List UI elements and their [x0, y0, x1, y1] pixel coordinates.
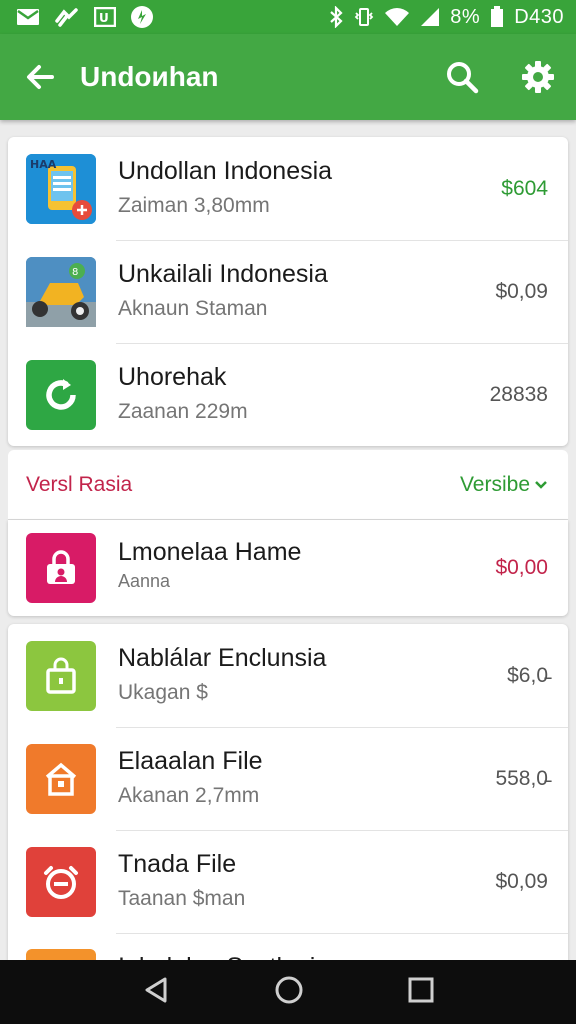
page-title: Undoиhan: [80, 61, 219, 92]
wifi-icon: [384, 7, 410, 27]
chevron-down-icon: [535, 480, 547, 489]
link-icon: [54, 7, 80, 27]
item-subtitle: Aknaun Staman: [118, 297, 268, 320]
store-icon: U: [94, 7, 116, 27]
nav-home-icon: [275, 976, 303, 1003]
item-title: Lmonelaa Hame: [118, 538, 302, 566]
lock-app-icon: [26, 533, 96, 603]
section-header: Versl Rasia Versibe: [8, 450, 568, 520]
svg-text:U: U: [99, 11, 109, 25]
item-price: $0,00: [495, 556, 548, 579]
featured-card: Lmonelaa Hame Aanna $0,00: [8, 520, 568, 616]
item-subtitle: Zaiman 3,80mm: [118, 194, 270, 217]
scooter-app-icon: 8: [26, 256, 96, 327]
item-price: $604: [501, 176, 548, 200]
home-app-icon: [26, 743, 96, 814]
item-price: 558,0̵: [495, 766, 548, 790]
item-price: $0,09: [495, 869, 548, 893]
system-navigation-bar: [0, 960, 576, 1024]
item-price: $6,0̵: [507, 663, 548, 687]
item-title: Tnada File: [118, 850, 237, 878]
list-item[interactable]: Tnada File Taanan $man $0,09: [8, 830, 568, 933]
list-item[interactable]: Uhorehak Zaanan 229m 28838: [8, 343, 568, 446]
nav-recents-icon: [408, 977, 434, 1002]
item-subtitle: Aanna: [118, 571, 171, 591]
list-item[interactable]: Nablálar Enclunsia Ukagan $ $6,0̵: [8, 624, 568, 727]
item-title: Unkailali Indonesia: [118, 260, 328, 288]
item-subtitle: Ukagan $: [118, 681, 208, 704]
vibrate-icon: [354, 6, 374, 28]
refresh-app-icon: [26, 359, 96, 430]
timer-app-icon: [26, 846, 96, 917]
svg-text:8: 8: [72, 267, 78, 278]
files-list-card: Nablálar Enclunsia Ukagan $ $6,0̵ Elaaal…: [8, 624, 568, 969]
item-price: 28838: [489, 382, 548, 406]
section-title: Versl Rasia: [26, 472, 133, 496]
nav-back-button[interactable]: [141, 975, 171, 1010]
item-title: Elaaalan File: [118, 747, 263, 775]
app-bar: Undoиhan: [0, 34, 576, 120]
downloads-list-card: HAA Undollan Indonesia Zaiman 3,80mm $60…: [8, 137, 568, 446]
list-item[interactable]: Elaaalan File Akanan 2,7mm 558,0̵: [8, 727, 568, 830]
item-title: Undollan Indonesia: [118, 157, 333, 185]
list-item[interactable]: Lmonelaa Hame Aanna $0,00: [8, 520, 568, 616]
nav-recents-button[interactable]: [407, 976, 435, 1009]
item-subtitle: Akanan 2,7mm: [118, 784, 260, 807]
version-filter-dropdown[interactable]: Versibe: [460, 473, 548, 497]
list-item[interactable]: HAA Undollan Indonesia Zaiman 3,80mm $60…: [8, 137, 568, 240]
back-button[interactable]: [0, 34, 80, 120]
item-price: $0,09: [495, 279, 548, 303]
item-subtitle: Zaanan 229m: [118, 400, 248, 423]
item-title: Uhorehak: [118, 363, 227, 391]
nav-home-button[interactable]: [274, 975, 304, 1010]
search-icon: [447, 62, 479, 94]
settings-button[interactable]: [500, 34, 576, 120]
battery-percent: 8%: [450, 5, 481, 28]
search-button[interactable]: [424, 34, 500, 120]
mail-icon: [16, 8, 40, 26]
signal-icon: [420, 7, 440, 27]
phone-app-icon: HAA: [26, 153, 96, 224]
nav-back-icon: [145, 977, 167, 1002]
settings-gear-icon: [522, 61, 554, 93]
list-item[interactable]: 8 Unkailali Indonesia Aknaun Staman $0,0…: [8, 240, 568, 343]
bag-app-icon: [26, 640, 96, 711]
notification-icon: [130, 5, 154, 29]
svg-text:HAA: HAA: [30, 158, 57, 171]
back-arrow-icon: [27, 65, 54, 89]
battery-icon: [490, 6, 504, 28]
bluetooth-icon: [328, 6, 344, 28]
clock: D430: [514, 5, 564, 28]
item-subtitle: Taanan $man: [118, 887, 246, 910]
item-title: Nablálar Enclunsia: [118, 644, 327, 672]
status-bar: U 8% D430: [0, 0, 576, 34]
filter-label: Versibe: [459, 472, 530, 496]
